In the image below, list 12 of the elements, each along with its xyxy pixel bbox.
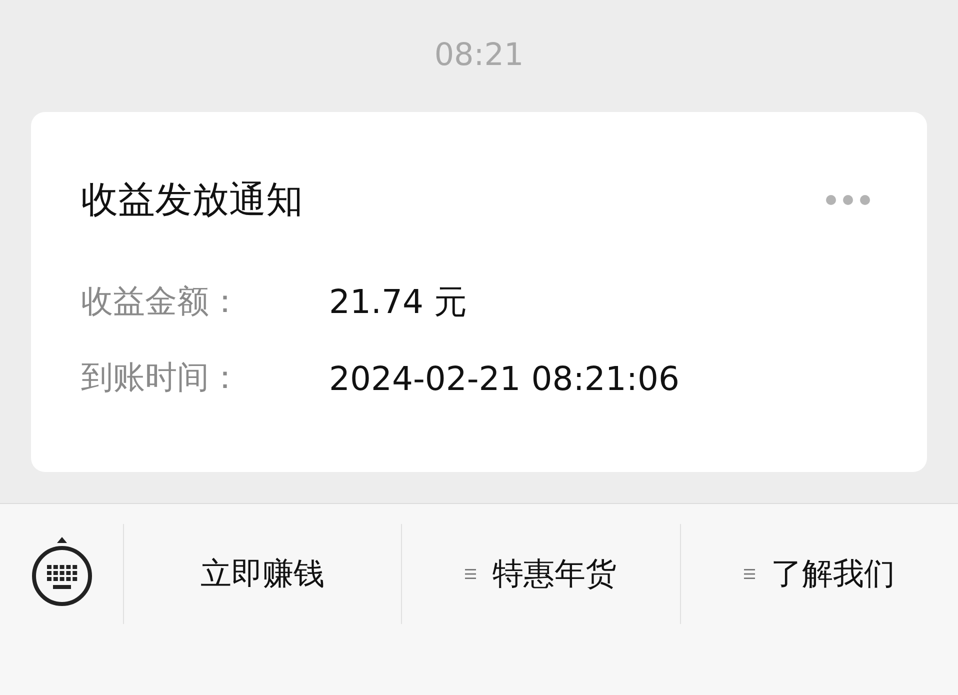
submenu-icon <box>744 568 755 580</box>
menu-button[interactable]: 立即赚钱 <box>124 524 402 624</box>
field-value: 2024-02-21 08:21:06 <box>329 358 680 398</box>
submenu-icon <box>465 568 476 580</box>
field-label: 到账时间： <box>81 357 242 398</box>
card-title: 收益发放通知 <box>81 177 303 223</box>
field-label: 收益金额： <box>81 281 242 322</box>
message-time: 08:21 <box>434 36 524 74</box>
keyboard-icon[interactable] <box>31 536 93 608</box>
menu-button[interactable]: 了解我们 <box>680 524 958 624</box>
menu-button[interactable]: 特惠年货 <box>402 524 680 624</box>
field-value: 21.74 元 <box>329 280 467 322</box>
